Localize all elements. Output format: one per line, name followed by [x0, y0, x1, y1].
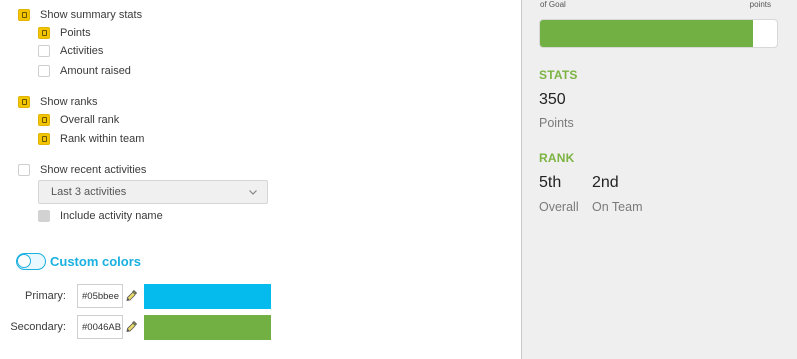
amount-raised-checkbox[interactable] — [38, 65, 50, 77]
recent-activities-select[interactable]: Last 3 activities — [38, 180, 268, 204]
primary-color-label: Primary: — [25, 290, 66, 302]
primary-hex-input[interactable]: #05bbee — [77, 284, 123, 308]
eyedropper-icon[interactable] — [125, 320, 138, 334]
stats-points-caption: Points — [539, 116, 574, 130]
overall-rank-checkbox[interactable] — [38, 114, 50, 126]
secondary-color-swatch[interactable] — [144, 315, 271, 340]
goal-progress-fill — [540, 20, 754, 47]
activities-option[interactable]: Activities — [38, 45, 103, 57]
team-rank-caption: On Team — [592, 200, 643, 214]
stats-points-value: 350 — [539, 91, 566, 108]
amount-raised-option[interactable]: Amount raised — [38, 65, 131, 77]
toggle-knob — [17, 254, 31, 268]
amount-raised-label: Amount raised — [60, 65, 131, 77]
team-rank-value: 2nd — [592, 174, 619, 191]
points-unit-label: points — [749, 0, 771, 9]
recent-activities-select-value: Last 3 activities — [51, 186, 127, 198]
overall-rank-caption: Overall — [539, 200, 579, 214]
overall-rank-option[interactable]: Overall rank — [38, 114, 119, 126]
widget-preview: of Goal points STATS 350 Points RANK 5th… — [521, 0, 797, 359]
secondary-hex-input[interactable]: #0046AB — [77, 315, 123, 339]
custom-colors-title: Custom colors — [50, 254, 142, 269]
show-summary-stats-option[interactable]: Show summary stats — [18, 9, 142, 21]
goal-progress-bar — [539, 19, 778, 48]
custom-colors-toggle[interactable] — [16, 253, 46, 270]
show-ranks-option[interactable]: Show ranks — [18, 96, 97, 108]
rank-within-team-label: Rank within team — [60, 133, 145, 145]
show-recent-activities-option[interactable]: Show recent activities — [18, 164, 146, 176]
show-summary-stats-label: Show summary stats — [40, 9, 143, 21]
points-option[interactable]: Points — [38, 27, 91, 39]
primary-color-swatch[interactable] — [144, 284, 271, 309]
eyedropper-icon[interactable] — [125, 289, 138, 303]
show-recent-activities-checkbox[interactable] — [18, 164, 30, 176]
points-label: Points — [60, 27, 91, 39]
rank-within-team-option[interactable]: Rank within team — [38, 133, 144, 145]
include-activity-name-option[interactable]: Include activity name — [38, 210, 163, 222]
rank-within-team-checkbox[interactable] — [38, 133, 50, 145]
include-activity-name-label: Include activity name — [60, 210, 163, 222]
include-activity-name-checkbox[interactable] — [38, 210, 50, 222]
points-checkbox[interactable] — [38, 27, 50, 39]
secondary-color-label: Secondary: — [10, 321, 66, 333]
goal-label: of Goal — [540, 0, 566, 9]
overall-rank-value: 5th — [539, 174, 562, 191]
show-ranks-checkbox[interactable] — [18, 96, 30, 108]
show-summary-stats-checkbox[interactable] — [18, 9, 30, 21]
chevron-down-icon — [249, 190, 257, 195]
show-recent-activities-label: Show recent activities — [40, 164, 147, 176]
overall-rank-label: Overall rank — [60, 114, 120, 126]
show-ranks-label: Show ranks — [40, 96, 98, 108]
activities-checkbox[interactable] — [38, 45, 50, 57]
stats-title: STATS — [539, 68, 578, 82]
activities-label: Activities — [60, 45, 104, 57]
rank-title: RANK — [539, 151, 575, 165]
